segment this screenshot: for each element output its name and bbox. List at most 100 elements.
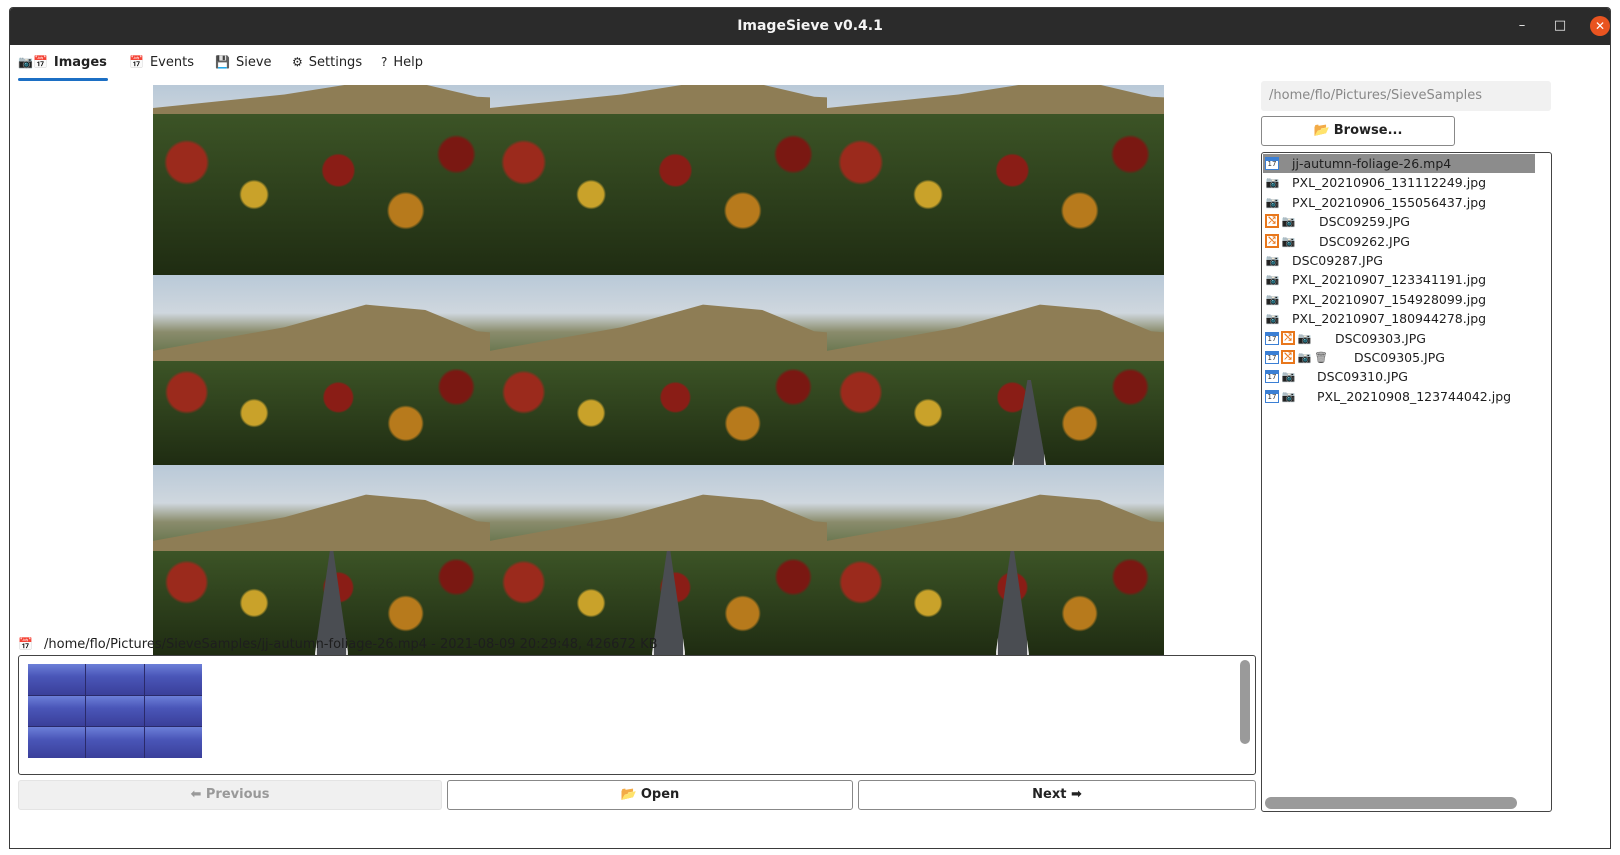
folder-icon: 📂 bbox=[620, 787, 637, 802]
tab-label: Settings bbox=[308, 55, 363, 70]
camera-icon: 📷 bbox=[1265, 195, 1280, 209]
file-status-icons: 📷 bbox=[1265, 173, 1282, 192]
preview-frame bbox=[153, 465, 490, 655]
folder-icon: 📂 bbox=[1313, 123, 1330, 138]
file-info-text: /home/flo/Pictures/SieveSamples/jj-autum… bbox=[44, 637, 658, 652]
camera-icon: 📷 bbox=[1265, 292, 1280, 306]
camera-icon: 📷 bbox=[1297, 331, 1312, 345]
window-title: ImageSieve v0.4.1 bbox=[737, 18, 883, 34]
file-status-icons: 📷 bbox=[1265, 193, 1282, 212]
close-icon[interactable]: ✕ bbox=[1590, 16, 1610, 36]
vertical-scrollbar[interactable] bbox=[1240, 660, 1250, 744]
file-status-icons: 📷 bbox=[1265, 309, 1282, 328]
file-status-icons: 📷 bbox=[1265, 251, 1282, 270]
file-list-item[interactable]: 📷 PXL_20210907_154928099.jpg bbox=[1262, 290, 1551, 309]
previous-button[interactable]: ⬅ Previous bbox=[18, 780, 442, 810]
tab-bar: 📷📅 Images 📅 Events 💾 Sieve ⚙ Settings ? Help bbox=[10, 45, 1610, 81]
question-icon: ? bbox=[381, 55, 388, 69]
calendar-icon: 17 bbox=[1265, 157, 1279, 170]
preview-frame bbox=[490, 275, 827, 465]
preview-frame bbox=[153, 275, 490, 465]
duplicate-icon: ⤭ bbox=[1281, 330, 1295, 345]
browse-button[interactable]: 📂 Browse... bbox=[1261, 116, 1455, 146]
minimize-icon[interactable]: – bbox=[1512, 16, 1532, 36]
calendar-icon: 📅 bbox=[18, 637, 33, 651]
file-info: 📅 /home/flo/Pictures/SieveSamples/jj-autu… bbox=[18, 634, 1258, 654]
maximize-icon[interactable]: □ bbox=[1550, 16, 1570, 36]
file-status-icons: ⤭ 📷 bbox=[1265, 232, 1298, 251]
duplicate-icon: ⤭ bbox=[1265, 233, 1279, 248]
tab-images[interactable]: 📷📅 Images bbox=[18, 45, 108, 81]
file-name: PXL_20210906_131112249.jpg bbox=[1292, 175, 1487, 191]
duplicate-icon: ⤭ bbox=[1281, 350, 1295, 364]
file-status-icons: 17 ⤭ 📷 bbox=[1265, 329, 1314, 348]
app-window: ImageSieve v0.4.1 – □ ✕ 📷📅 Images 📅 Events… bbox=[9, 7, 1611, 849]
file-list-item[interactable]: ⤭ 📷 DSC09262.JPG bbox=[1262, 232, 1551, 251]
file-list-item[interactable]: 17 📷 DSC09310.JPG bbox=[1262, 367, 1551, 386]
preview-frame bbox=[827, 275, 1164, 465]
camera-icon: 📷 bbox=[1265, 312, 1280, 326]
file-list-item[interactable]: 📷 PXL_20210907_180944278.jpg bbox=[1262, 309, 1551, 328]
file-list-item[interactable]: 17 📷 PXL_20210908_123744042.jpg bbox=[1262, 387, 1551, 406]
camera-icon: 📷 bbox=[1297, 351, 1312, 364]
file-list-item[interactable]: 📷 PXL_20210907_123341191.jpg bbox=[1262, 270, 1551, 289]
camera-icon: 📷 bbox=[1281, 389, 1296, 403]
file-status-icons: 📷 bbox=[1265, 290, 1282, 309]
file-list-item[interactable]: 17 ⤭ 📷 🗑 DSC09305.JPG bbox=[1262, 348, 1551, 367]
horizontal-scrollbar[interactable] bbox=[1265, 797, 1517, 809]
open-label: Open bbox=[640, 787, 680, 802]
folder-path-input[interactable]: /home/flo/Pictures/SieveSamples bbox=[1261, 81, 1551, 111]
file-name: PXL_20210907_123341191.jpg bbox=[1292, 272, 1487, 288]
camera-icon: 📷 bbox=[1265, 254, 1280, 267]
file-list-item[interactable]: 📷 DSC09287.JPG bbox=[1262, 251, 1551, 270]
file-list-item[interactable]: 17 jj-autumn-foliage-26.mp4 bbox=[1262, 154, 1551, 173]
preview-frame bbox=[490, 85, 827, 275]
title-bar: ImageSieve v0.4.1 – □ ✕ bbox=[10, 8, 1610, 45]
file-list[interactable]: 17 jj-autumn-foliage-26.mp4 📷 PXL_20210906_… bbox=[1261, 152, 1552, 812]
file-name: DSC09310.JPG bbox=[1317, 369, 1408, 385]
tab-label: Sieve bbox=[235, 55, 272, 70]
floppy-disk-icon: 💾 bbox=[215, 55, 230, 69]
thumbnail-strip[interactable] bbox=[18, 655, 1256, 775]
tab-settings[interactable]: ⚙ Settings bbox=[292, 45, 362, 81]
file-list-item[interactable]: 📷 PXL_20210906_155056437.jpg bbox=[1262, 193, 1551, 212]
file-status-icons: 17 📷 bbox=[1265, 367, 1298, 386]
file-status-icons: 17 📷 bbox=[1265, 387, 1298, 406]
file-name: PXL_20210908_123744042.jpg bbox=[1317, 388, 1512, 404]
file-list-item[interactable]: ⤭ 📷 DSC09259.JPG bbox=[1262, 212, 1551, 231]
tab-sieve[interactable]: 💾 Sieve bbox=[215, 45, 272, 81]
preview-frame bbox=[827, 465, 1164, 655]
tab-events[interactable]: 📅 Events bbox=[129, 45, 194, 81]
file-name: PXL_20210906_155056437.jpg bbox=[1292, 194, 1487, 210]
camera-icon: 📷 bbox=[1265, 176, 1280, 190]
trash-icon: 🗑 bbox=[1314, 351, 1328, 364]
next-button[interactable]: Next ➡ bbox=[858, 780, 1256, 810]
calendar-icon: 17 bbox=[1265, 331, 1279, 345]
browse-label: Browse... bbox=[1333, 123, 1403, 138]
gear-icon: ⚙ bbox=[292, 55, 303, 69]
camera-icon: 📷 bbox=[1281, 370, 1296, 384]
duplicate-icon: ⤭ bbox=[1265, 214, 1279, 229]
file-list-item[interactable]: 17 ⤭ 📷 DSC09303.JPG bbox=[1262, 329, 1551, 348]
camera-calendar-icon: 📷📅 bbox=[18, 55, 48, 69]
open-button[interactable]: 📂 Open bbox=[447, 780, 853, 810]
calendar-icon: 17 bbox=[1265, 370, 1279, 384]
file-name: PXL_20210907_180944278.jpg bbox=[1292, 311, 1487, 327]
tab-label: Events bbox=[149, 55, 194, 70]
camera-icon: 📷 bbox=[1281, 234, 1296, 248]
preview-frame bbox=[827, 85, 1164, 275]
file-list-item[interactable]: 📷 PXL_20210906_131112249.jpg bbox=[1262, 173, 1551, 192]
camera-icon: 📷 bbox=[1265, 273, 1280, 287]
calendar-icon: 17 bbox=[1265, 389, 1279, 403]
file-status-icons: 17 bbox=[1265, 154, 1281, 173]
thumbnail[interactable] bbox=[28, 664, 202, 758]
file-name: DSC09287.JPG bbox=[1292, 253, 1383, 268]
file-status-icons: ⤭ 📷 bbox=[1265, 212, 1298, 231]
camera-icon: 📷 bbox=[1281, 215, 1296, 229]
file-name: DSC09262.JPG bbox=[1319, 233, 1410, 249]
calendar-icon: 📅 bbox=[129, 55, 144, 69]
tab-label: Help bbox=[393, 55, 424, 70]
tab-help[interactable]: ? Help bbox=[381, 45, 423, 81]
file-name: jj-autumn-foliage-26.mp4 bbox=[1292, 156, 1452, 171]
file-status-icons: 17 ⤭ 📷 🗑 bbox=[1265, 348, 1330, 367]
